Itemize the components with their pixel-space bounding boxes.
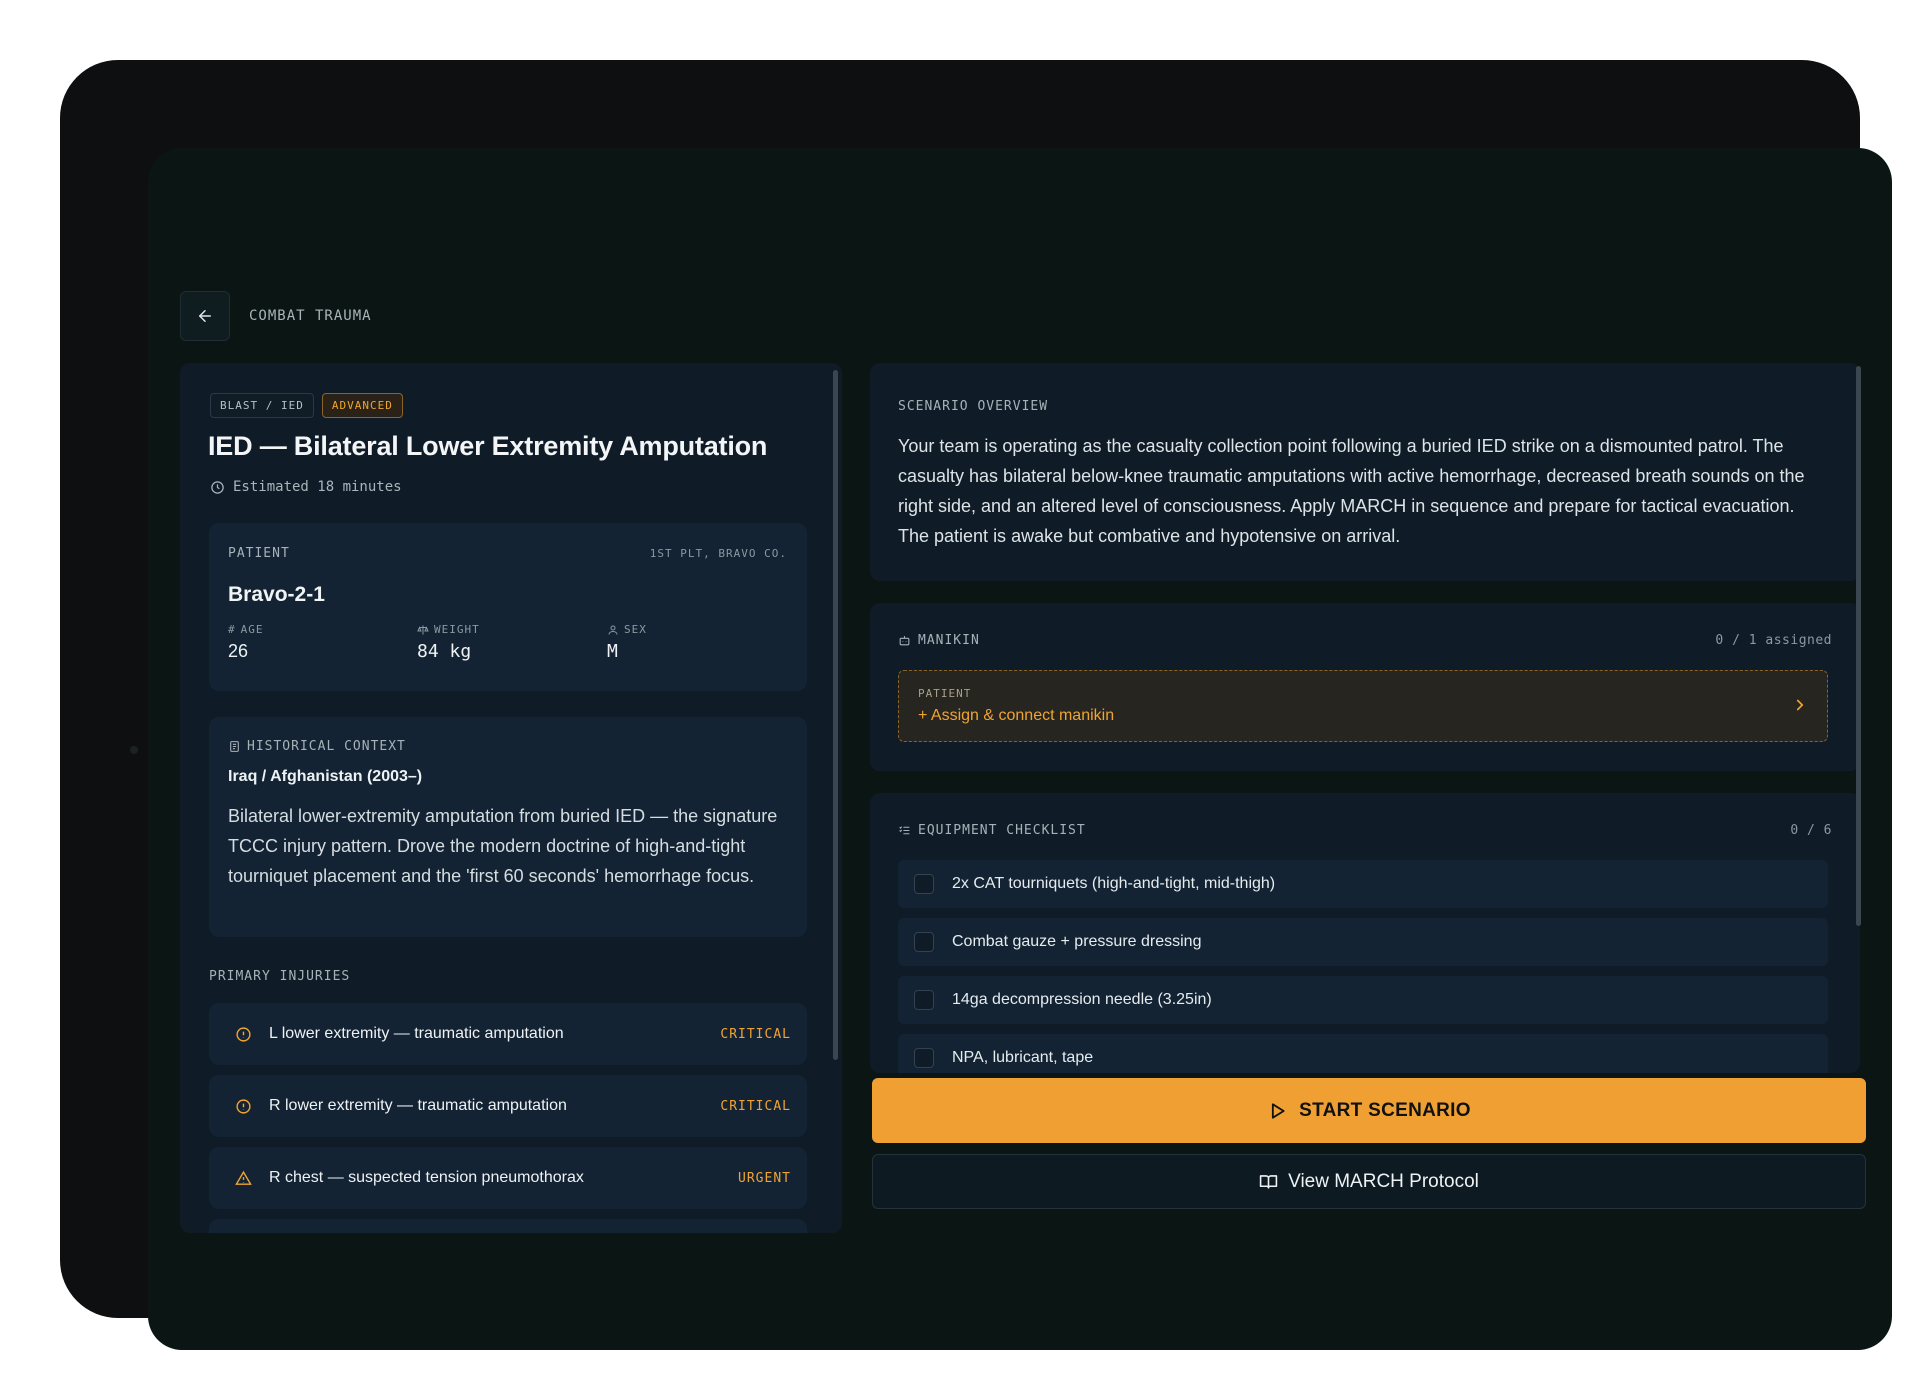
injury-text: L lower extremity — traumatic amputation — [269, 1025, 564, 1042]
assign-manikin-text: + Assign & connect manikin — [918, 707, 1115, 724]
historical-context-card: HISTORICAL CONTEXT Iraq / Afghanistan (2… — [209, 717, 807, 937]
stat-sex-value: M — [607, 641, 618, 662]
equipment-label: EQUIPMENT CHECKLIST — [918, 823, 1086, 838]
breadcrumb: COMBAT TRAUMA — [249, 308, 372, 324]
equipment-item-text: 2x CAT tourniquets (high-and-tight, mid-… — [952, 875, 1276, 892]
stat-weight-label: WEIGHT — [434, 623, 480, 636]
injury-severity: CRITICAL — [720, 1026, 791, 1042]
injury-severity: URGENT — [738, 1170, 791, 1186]
start-scenario-label: START SCENARIO — [1299, 1099, 1471, 1121]
primary-injuries-label: PRIMARY INJURIES — [209, 969, 351, 984]
equipment-item[interactable]: 14ga decompression needle (3.25in) — [898, 976, 1828, 1024]
historical-era: Iraq / Afghanistan (2003–) — [228, 768, 423, 785]
book-open-icon — [1259, 1175, 1278, 1189]
play-icon — [1272, 1102, 1285, 1119]
scale-icon — [417, 625, 429, 634]
left-scrollbar[interactable] — [833, 370, 838, 1060]
stat-sex: SEX M — [607, 623, 647, 662]
tablet-frame: COMBAT TRAUMA BLAST / IED ADVANCED IED —… — [60, 60, 1892, 1350]
scenario-detail-panel: BLAST / IED ADVANCED IED — Bilateral Low… — [180, 363, 842, 1233]
equipment-checkbox[interactable] — [914, 932, 934, 952]
scenario-title: IED — Bilateral Lower Extremity Amputati… — [208, 431, 768, 461]
equipment-count: 0 / 6 — [1790, 823, 1832, 838]
stat-weight: WEIGHT 84 kg — [417, 623, 480, 662]
equipment-item[interactable]: 2x CAT tourniquets (high-and-tight, mid-… — [898, 860, 1828, 908]
injury-text: R lower extremity — traumatic amputation — [269, 1097, 567, 1114]
injury-item: R lower extremity — traumatic amputation… — [209, 1075, 807, 1137]
clock-icon — [211, 480, 224, 494]
alert-triangle-icon — [234, 1170, 252, 1185]
alert-circle-icon — [235, 1098, 251, 1114]
start-scenario-button[interactable]: START SCENARIO — [872, 1078, 1866, 1143]
equipment-checklist-card: EQUIPMENT CHECKLIST 0 / 6 2x CAT tourniq… — [870, 793, 1860, 1073]
stat-age-value: 26 — [228, 641, 249, 661]
historical-description: Bilateral lower-extremity amputation fro… — [228, 806, 778, 886]
manikin-card: MANIKIN 0 / 1 assigned PATIENT + Assign … — [870, 603, 1860, 771]
injury-item: L lower extremity — traumatic amputation… — [209, 1003, 807, 1065]
overview-text: Your team is operating as the casualty c… — [898, 436, 1805, 546]
stat-age-label: AGE — [240, 623, 264, 636]
patient-label: PATIENT — [228, 546, 290, 561]
list-check-icon — [899, 826, 910, 835]
arrow-left-icon — [199, 310, 211, 322]
stat-weight-value: 84 kg — [417, 641, 472, 662]
equipment-checkbox[interactable] — [914, 1048, 934, 1068]
equipment-item[interactable]: NPA, lubricant, tape — [898, 1034, 1828, 1073]
robot-icon — [899, 636, 910, 646]
patient-name: Bravo-2-1 — [228, 583, 325, 606]
back-button[interactable] — [180, 291, 230, 341]
view-protocol-label: View MARCH Protocol — [1288, 1170, 1479, 1192]
estimated-time: Estimated 18 minutes — [210, 479, 402, 495]
scroll-icon — [230, 741, 239, 752]
equipment-checkbox[interactable] — [914, 874, 934, 894]
difficulty-tag: ADVANCED — [321, 393, 403, 418]
injury-text: R chest — suspected tension pneumothorax — [269, 1169, 584, 1186]
equipment-item[interactable]: Combat gauze + pressure dressing — [898, 918, 1828, 966]
manikin-count: 0 / 1 assigned — [1715, 633, 1832, 648]
injury-severity: CRITICAL — [720, 1098, 791, 1114]
patient-unit: 1ST PLT, BRAVO CO. — [649, 547, 787, 560]
equipment-checkbox[interactable] — [914, 990, 934, 1010]
injury-item-partial — [209, 1219, 807, 1233]
equipment-item-text: NPA, lubricant, tape — [952, 1049, 1094, 1066]
stat-age: # AGE 26 — [228, 623, 264, 662]
manikin-label: MANIKIN — [918, 633, 980, 648]
overview-label: SCENARIO OVERVIEW — [898, 399, 1049, 414]
camera — [130, 746, 138, 754]
patient-card: PATIENT 1ST PLT, BRAVO CO. Bravo-2-1 # AG… — [209, 523, 807, 691]
assign-manikin-button[interactable]: PATIENT + Assign & connect manikin — [898, 670, 1828, 742]
injury-item: R chest — suspected tension pneumothorax… — [209, 1147, 807, 1209]
stat-sex-label: SEX — [624, 623, 647, 636]
estimated-time-text: Estimated 18 minutes — [233, 479, 402, 495]
equipment-item-text: Combat gauze + pressure dressing — [952, 933, 1202, 950]
right-scrollbar[interactable] — [1856, 366, 1861, 926]
manikin-slot-label: PATIENT — [918, 687, 972, 700]
hash-icon: # — [228, 623, 236, 636]
scenario-overview-card: SCENARIO OVERVIEW Your team is operating… — [870, 363, 1860, 581]
person-icon — [608, 625, 618, 635]
alert-circle-icon — [235, 1026, 251, 1042]
view-protocol-button[interactable]: View MARCH Protocol — [872, 1154, 1866, 1209]
app-screen: COMBAT TRAUMA BLAST / IED ADVANCED IED —… — [148, 148, 1892, 1350]
historical-context-label: HISTORICAL CONTEXT — [247, 739, 406, 754]
chevron-right-icon — [1796, 699, 1804, 711]
tag-list: BLAST / IED ADVANCED — [210, 393, 403, 418]
equipment-item-text: 14ga decompression needle (3.25in) — [952, 991, 1212, 1008]
category-tag: BLAST / IED — [210, 393, 314, 418]
